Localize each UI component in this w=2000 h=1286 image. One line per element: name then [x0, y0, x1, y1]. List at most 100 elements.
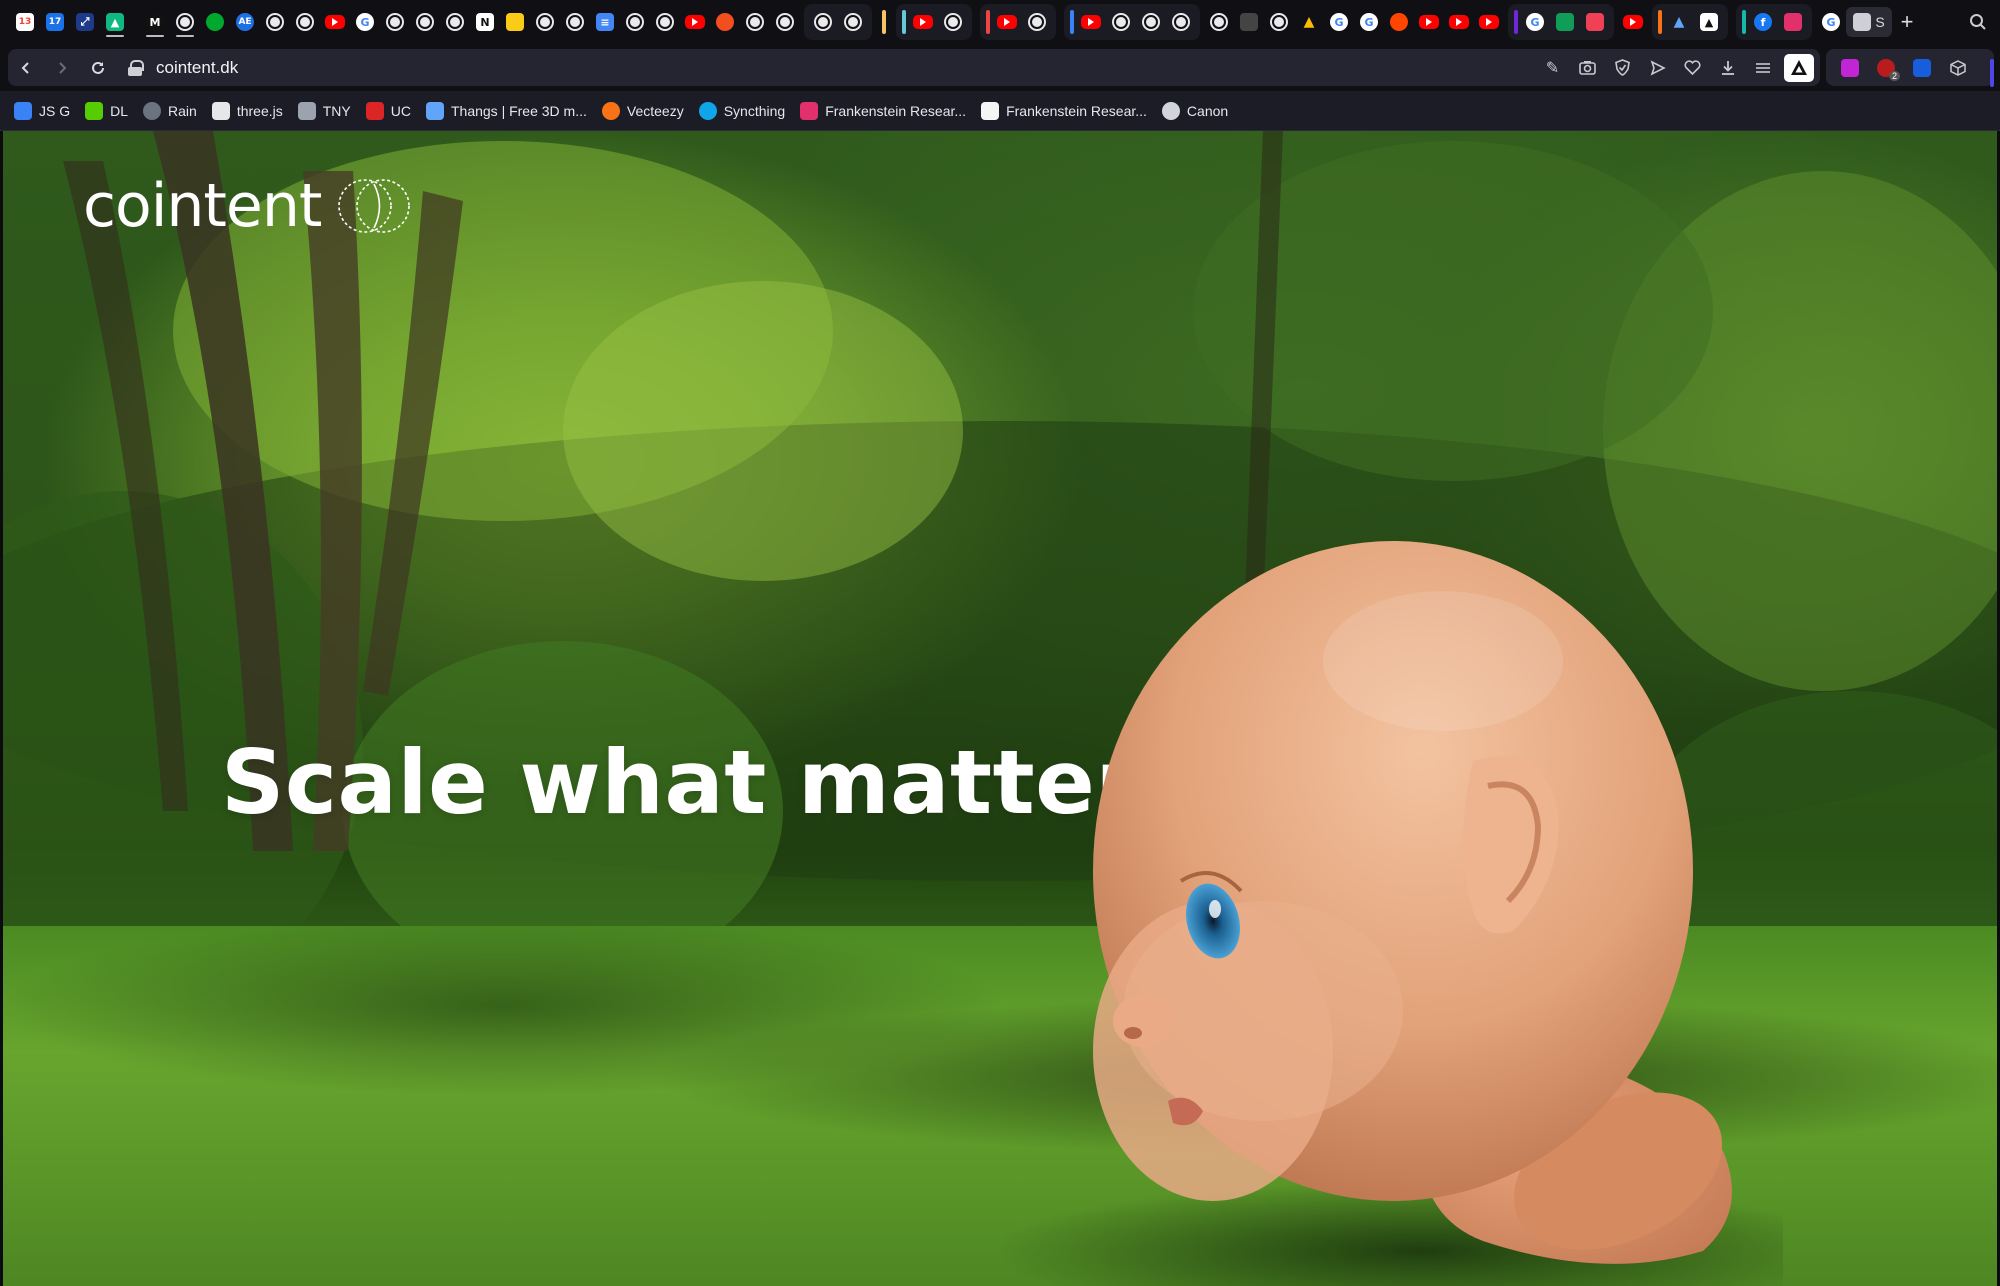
tab-globe-8[interactable] [560, 7, 590, 37]
bookmark-item[interactable]: three.js [211, 101, 283, 120]
address-bar[interactable]: cointent.dk ✎ [8, 49, 1820, 86]
bookmark-item[interactable]: Thangs | Free 3D m... [425, 101, 587, 120]
tab-globe-10[interactable] [650, 7, 680, 37]
tab-globe-20[interactable] [1204, 7, 1234, 37]
site-logo[interactable]: cointent [83, 171, 413, 241]
tab-globe-9[interactable] [620, 7, 650, 37]
tab-globe-5[interactable] [410, 7, 440, 37]
shield-icon[interactable] [1605, 53, 1640, 83]
tab-google-3[interactable]: G [1354, 7, 1384, 37]
tab-pocket[interactable] [1580, 7, 1610, 37]
tab-drive[interactable]: ▲ [1294, 7, 1324, 37]
bitwarden-icon [1913, 58, 1931, 77]
tab-google-2[interactable]: G [1324, 7, 1354, 37]
tab-google-1[interactable]: G [350, 7, 380, 37]
back-button[interactable] [8, 50, 44, 86]
bookmark-item[interactable]: Vecteezy [601, 101, 684, 120]
bookmark-favicon-icon [211, 101, 230, 120]
tab-ae[interactable]: AE [230, 7, 260, 37]
camera-icon[interactable] [1570, 53, 1605, 83]
tab-group-marker [986, 10, 990, 34]
bookmark-item[interactable]: Syncthing [698, 101, 785, 120]
tab-arc[interactable]: ▲ [1694, 7, 1724, 37]
bookmark-item[interactable]: Canon [1161, 101, 1228, 120]
bookmark-favicon-icon [601, 101, 620, 120]
extension-bitwarden[interactable] [1904, 53, 1940, 83]
tab-delta[interactable]: ▲ [1664, 7, 1694, 37]
new-tab-button[interactable]: + [1892, 7, 1922, 37]
tab-globe-15[interactable] [938, 7, 968, 37]
tab-globe-17[interactable] [1106, 7, 1136, 37]
tab-calendar[interactable]: 17 [40, 7, 70, 37]
download-icon[interactable] [1710, 53, 1745, 83]
send-icon[interactable] [1640, 53, 1675, 83]
tab-gmail[interactable]: 13 [10, 7, 40, 37]
tab-group-marker [1070, 10, 1074, 34]
tab-globe-12[interactable] [770, 7, 800, 37]
tab-youtube-1[interactable] [320, 7, 350, 37]
tab-youtube-4[interactable] [992, 7, 1022, 37]
extension-red[interactable]: 2 [1868, 53, 1904, 83]
forward-button[interactable] [44, 50, 80, 86]
lock-icon[interactable] [128, 59, 144, 76]
tab-sheets[interactable] [1550, 7, 1580, 37]
tab-globe-3[interactable] [290, 7, 320, 37]
tab-youtube-2[interactable] [680, 7, 710, 37]
brand-triangle-button[interactable] [1784, 53, 1814, 82]
extensions-menu[interactable] [1940, 53, 1976, 83]
tab-figma[interactable] [710, 7, 740, 37]
reload-button[interactable] [80, 50, 116, 86]
tab-reddit[interactable] [1384, 7, 1414, 37]
tab-globe-4[interactable] [380, 7, 410, 37]
youtube-icon [1449, 15, 1469, 29]
tab-strip: 13 17 ⤢ ▲ M AE G N ≡ ▲ G G G ▲ ▲ f G S + [0, 0, 2000, 44]
tab-active[interactable]: S [1846, 7, 1892, 37]
bookmark-item[interactable]: Frankenstein Resear... [800, 101, 966, 120]
tab-globe-13[interactable] [808, 7, 838, 37]
extension-download-helper[interactable] [1832, 53, 1868, 83]
bookmark-item[interactable]: TNY [297, 101, 351, 120]
tab-globe-18[interactable] [1136, 7, 1166, 37]
tab-youtube-7[interactable] [1444, 7, 1474, 37]
tab-evernote[interactable] [200, 7, 230, 37]
bookmark-item[interactable]: Frankenstein Resear... [981, 101, 1147, 120]
tab-globe-6[interactable] [440, 7, 470, 37]
tab-pattern[interactable] [1234, 7, 1264, 37]
tab-youtube-5[interactable] [1076, 7, 1106, 37]
tab-globe-16[interactable] [1022, 7, 1052, 37]
tab-youtube-3[interactable] [908, 7, 938, 37]
tab-globe-19[interactable] [1166, 7, 1196, 37]
tab-folder[interactable] [500, 7, 530, 37]
bookmark-item[interactable]: Rain [143, 101, 197, 120]
search-tabs-icon[interactable] [1966, 10, 1990, 34]
tab-instagram[interactable] [1778, 7, 1808, 37]
tab-globe-7[interactable] [530, 7, 560, 37]
chevron-right-icon [59, 61, 67, 74]
tab-docs[interactable]: ≡ [590, 7, 620, 37]
bookmark-item[interactable]: UC [365, 101, 411, 120]
tab-google-5[interactable]: G [1816, 7, 1846, 37]
settings-sliders-icon[interactable] [1745, 53, 1780, 83]
tab-globe-11[interactable] [740, 7, 770, 37]
bookmark-item[interactable]: JS G [14, 101, 70, 120]
tab-globe-2[interactable] [260, 7, 290, 37]
globe-icon [1172, 13, 1190, 31]
tab-globe-1[interactable] [170, 7, 200, 37]
tab-facebook[interactable]: f [1748, 7, 1778, 37]
heart-icon[interactable] [1675, 53, 1710, 83]
tab-link[interactable]: ⤢ [70, 7, 100, 37]
sheets-icon [1556, 13, 1574, 31]
tab-notion[interactable]: N [470, 7, 500, 37]
tab-globe-14[interactable] [838, 7, 868, 37]
tab-google-4[interactable]: G [1520, 7, 1550, 37]
tab-youtube-8[interactable] [1474, 7, 1504, 37]
tab-globe-21[interactable] [1264, 7, 1294, 37]
tab-youtube-6[interactable] [1414, 7, 1444, 37]
tab-image[interactable]: ▲ [100, 7, 130, 37]
gmail-badge: 13 [18, 17, 32, 27]
tab-medium[interactable]: M [140, 7, 170, 37]
edit-icon[interactable]: ✎ [1535, 53, 1570, 83]
url-text[interactable]: cointent.dk [156, 58, 238, 78]
bookmark-item[interactable]: DL [85, 101, 128, 120]
tab-youtube-9[interactable] [1618, 7, 1648, 37]
